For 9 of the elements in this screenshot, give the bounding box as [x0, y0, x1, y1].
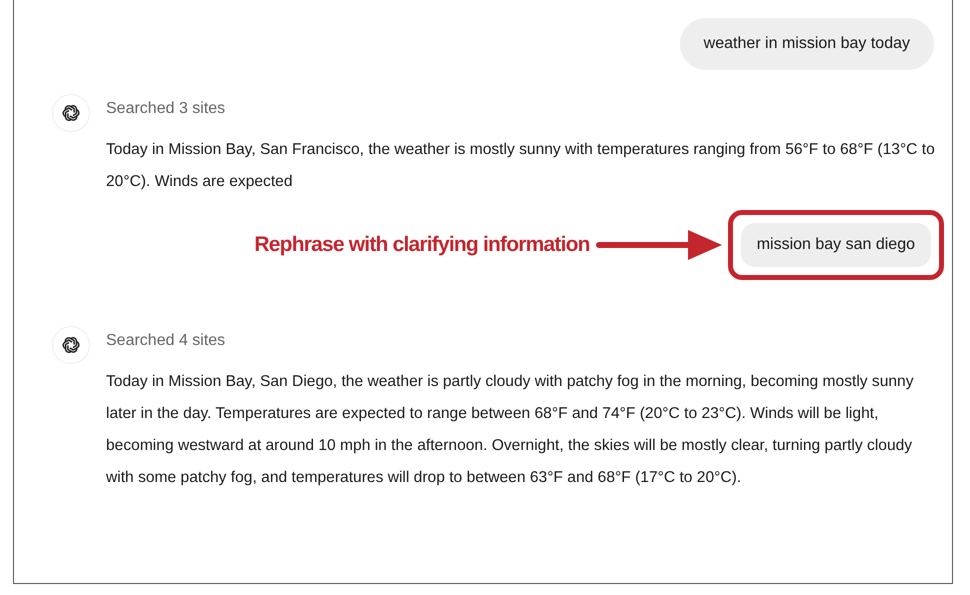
assistant-avatar-icon — [52, 326, 90, 364]
callout-label: Rephrase with clarifying information — [254, 233, 590, 257]
user-message: weather in mission bay today — [680, 18, 934, 70]
search-status[interactable]: Searched 3 sites — [106, 100, 226, 118]
user-message: mission bay san diego — [740, 223, 931, 267]
assistant-message: Today in Mission Bay, San Diego, the weather is partly cloudy with patchy fog in the morning, becoming mostly sunny later in the day. Temperatures are expected to range between 68°F and 74°F (20°C to 23°C). Winds will be light, becoming westward at around 10 mph in the afternoon. Overnight, the skies will be mostly clear, turning partly cloudy with some patchy fog, and temperatures will drop to between 63°F and 68°F (17°C to 20°C). — [106, 372, 915, 488]
assistant-message: Today in Mission Bay, San Francisco, the weather is mostly sunny with temperatures ranging from 56°F to 68°F (13°C to 20°C). Winds are expected — [106, 140, 936, 192]
assistant-avatar-icon — [52, 94, 90, 132]
search-status[interactable]: Searched 4 sites — [106, 332, 226, 350]
